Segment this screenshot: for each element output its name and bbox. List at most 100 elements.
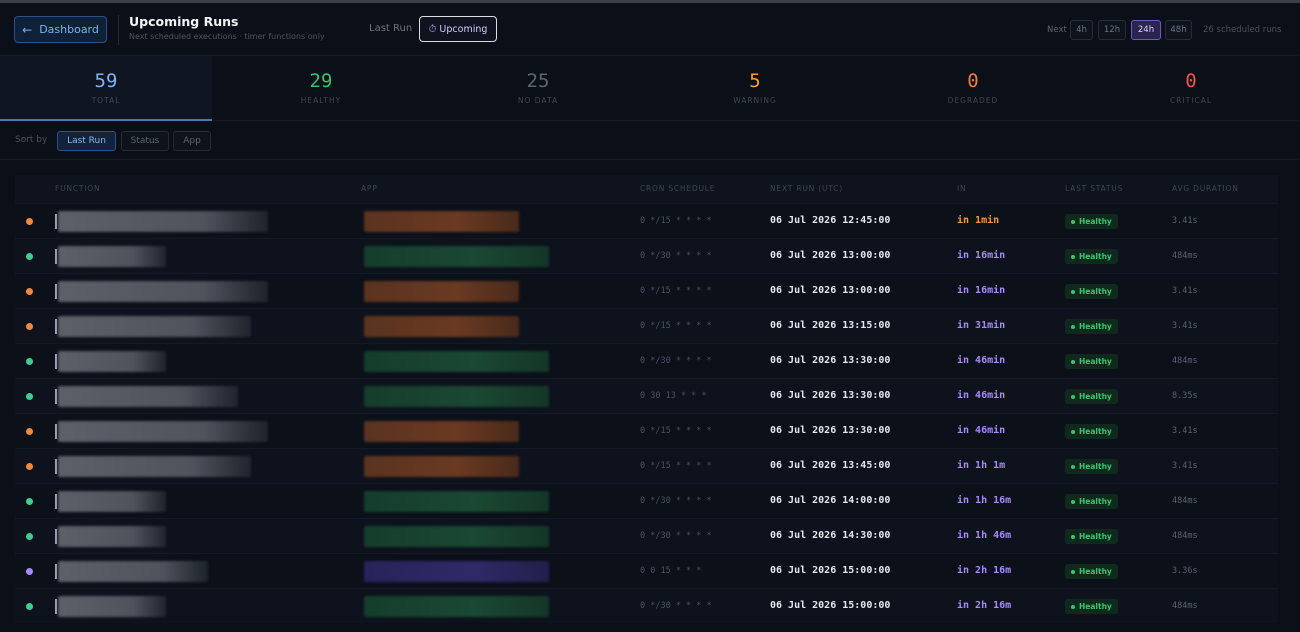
col-cron: CRON SCHEDULE: [640, 184, 716, 193]
cron-schedule: 0 */15 * * * *: [640, 286, 712, 296]
avg-duration: 3.41s: [1172, 321, 1198, 331]
function-name-redacted: [58, 421, 268, 442]
badge-dot-icon: [1071, 289, 1075, 294]
stat-warning-label: WARNING: [733, 96, 777, 105]
back-button-label: Dashboard: [39, 23, 99, 36]
cron-schedule: 0 */30 * * * *: [640, 601, 712, 611]
table-row[interactable]: 0 0 15 * * * 06 Jul 2026 15:00:00 in 2h 16…: [15, 553, 1278, 588]
stat-warning[interactable]: 5 WARNING: [646, 56, 864, 121]
sort-status-button[interactable]: Status: [121, 131, 169, 151]
cron-schedule: 0 */30 * * * *: [640, 496, 712, 506]
stat-no-data[interactable]: 25 NO DATA: [430, 56, 646, 121]
sort-app-button[interactable]: App: [173, 131, 211, 151]
badge-dot-icon: [1071, 534, 1075, 539]
status-dot: [26, 498, 33, 505]
col-last-status: LAST STATUS: [1065, 184, 1124, 193]
view-upcoming-toggle[interactable]: ⏱ Upcoming: [419, 16, 497, 42]
table-row[interactable]: 0 */15 * * * * 06 Jul 2026 13:15:00 in 31m…: [15, 308, 1278, 343]
function-marker: [55, 529, 57, 544]
range-48h-button[interactable]: 48h: [1165, 20, 1192, 40]
function-name-redacted: [58, 211, 268, 232]
cron-schedule: 0 */30 * * * *: [640, 531, 712, 541]
time-until-run: in 16min: [957, 285, 1006, 296]
next-run-time: 06 Jul 2026 13:30:00: [770, 390, 891, 401]
status-badge-label: Healthy: [1079, 392, 1112, 401]
range-4h-button[interactable]: 4h: [1070, 20, 1093, 40]
table-row[interactable]: 0 30 13 * * * 06 Jul 2026 13:30:00 in 46mi…: [15, 378, 1278, 413]
status-badge-label: Healthy: [1079, 322, 1112, 331]
status-badge-label: Healthy: [1079, 462, 1112, 471]
range-24h-button[interactable]: 24h: [1131, 20, 1161, 40]
time-until-run: in 46min: [957, 355, 1006, 366]
stat-no-data-label: NO DATA: [517, 96, 559, 105]
badge-dot-icon: [1071, 499, 1075, 504]
stat-healthy[interactable]: 29 HEALTHY: [212, 56, 430, 121]
next-run-time: 06 Jul 2026 12:45:00: [770, 215, 891, 226]
next-run-time: 06 Jul 2026 13:15:00: [770, 320, 891, 331]
avg-duration: 3.41s: [1172, 286, 1198, 296]
stat-total-label: TOTAL: [91, 96, 121, 105]
status-badge: Healthy: [1065, 599, 1118, 614]
function-marker: [55, 319, 57, 334]
status-dot: [26, 603, 33, 610]
stat-critical[interactable]: 0 CRITICAL: [1082, 56, 1300, 121]
avg-duration: 484ms: [1172, 251, 1198, 261]
status-badge: Healthy: [1065, 529, 1118, 544]
time-until-run: in 1h 46m: [957, 530, 1012, 541]
back-to-dashboard-button[interactable]: ← Dashboard: [14, 16, 107, 43]
app-name-redacted: [364, 596, 549, 617]
stat-degraded-value: 0: [967, 70, 979, 92]
app-name-redacted: [364, 491, 549, 512]
avg-duration: 3.41s: [1172, 216, 1198, 226]
app-name-redacted: [364, 456, 519, 477]
avg-duration: 3.36s: [1172, 566, 1198, 576]
stat-no-data-value: 25: [526, 70, 550, 92]
avg-duration: 484ms: [1172, 601, 1198, 611]
clock-icon: ⏱: [428, 23, 437, 35]
table-row[interactable]: 0 */30 * * * * 06 Jul 2026 13:00:00 in 16m…: [15, 238, 1278, 273]
table-row[interactable]: 0 */15 * * * * 06 Jul 2026 13:00:00 in 16m…: [15, 273, 1278, 308]
time-until-run: in 1h 1m: [957, 460, 1006, 471]
table-row[interactable]: 0 */15 * * * * 06 Jul 2026 13:30:00 in 46m…: [15, 413, 1278, 448]
sort-last-run-button[interactable]: Last Run: [57, 131, 116, 151]
time-until-run: in 46min: [957, 425, 1006, 436]
app-name-redacted: [364, 316, 519, 337]
table-row[interactable]: 0 */15 * * * * 06 Jul 2026 13:45:00 in 1h …: [15, 448, 1278, 483]
stat-degraded[interactable]: 0 DEGRADED: [864, 56, 1082, 121]
table-row[interactable]: 0 */15 * * * * 06 Jul 2026 12:45:00 in 1mi…: [15, 203, 1278, 238]
next-run-time: 06 Jul 2026 14:00:00: [770, 495, 891, 506]
view-last-run-toggle[interactable]: Last Run: [369, 23, 412, 34]
time-until-run: in 16min: [957, 250, 1006, 261]
app-name-redacted: [364, 246, 549, 267]
avg-duration: 484ms: [1172, 496, 1198, 506]
sort-by-label: Sort by: [15, 135, 48, 145]
table-row[interactable]: 0 */30 * * * * 06 Jul 2026 14:30:00 in 1h …: [15, 518, 1278, 553]
range-12h-button[interactable]: 12h: [1098, 20, 1126, 40]
status-badge-label: Healthy: [1079, 287, 1112, 296]
stat-total-value: 59: [94, 70, 118, 92]
page-header: ← Dashboard Upcoming Runs Next scheduled…: [0, 3, 1300, 56]
app-name-redacted: [364, 526, 549, 547]
status-badge: Healthy: [1065, 424, 1118, 439]
function-name-redacted: [58, 561, 208, 582]
stat-total[interactable]: 59 TOTAL: [0, 56, 212, 121]
cron-schedule: 0 */15 * * * *: [640, 216, 712, 226]
badge-dot-icon: [1071, 394, 1075, 399]
status-badge: Healthy: [1065, 564, 1118, 579]
next-run-time: 06 Jul 2026 13:45:00: [770, 460, 891, 471]
badge-dot-icon: [1071, 219, 1075, 224]
status-badge-label: Healthy: [1079, 357, 1112, 366]
table-row[interactable]: 0 */30 * * * * 06 Jul 2026 15:00:00 in 2h …: [15, 588, 1278, 623]
scheduled-runs-count: 26 scheduled runs: [1203, 25, 1282, 35]
table-row[interactable]: 0 */30 * * * * 06 Jul 2026 13:30:00 in 46m…: [15, 343, 1278, 378]
status-badge-label: Healthy: [1079, 427, 1112, 436]
function-marker: [55, 599, 57, 614]
table-row[interactable]: 0 */30 * * * * 06 Jul 2026 14:00:00 in 1h …: [15, 483, 1278, 518]
status-badge: Healthy: [1065, 354, 1118, 369]
stat-critical-label: CRITICAL: [1170, 96, 1212, 105]
next-run-time: 06 Jul 2026 15:00:00: [770, 600, 891, 611]
stat-healthy-label: HEALTHY: [300, 96, 342, 105]
function-name-redacted: [58, 526, 166, 547]
cron-schedule: 0 */15 * * * *: [640, 321, 712, 331]
app-name-redacted: [364, 386, 549, 407]
